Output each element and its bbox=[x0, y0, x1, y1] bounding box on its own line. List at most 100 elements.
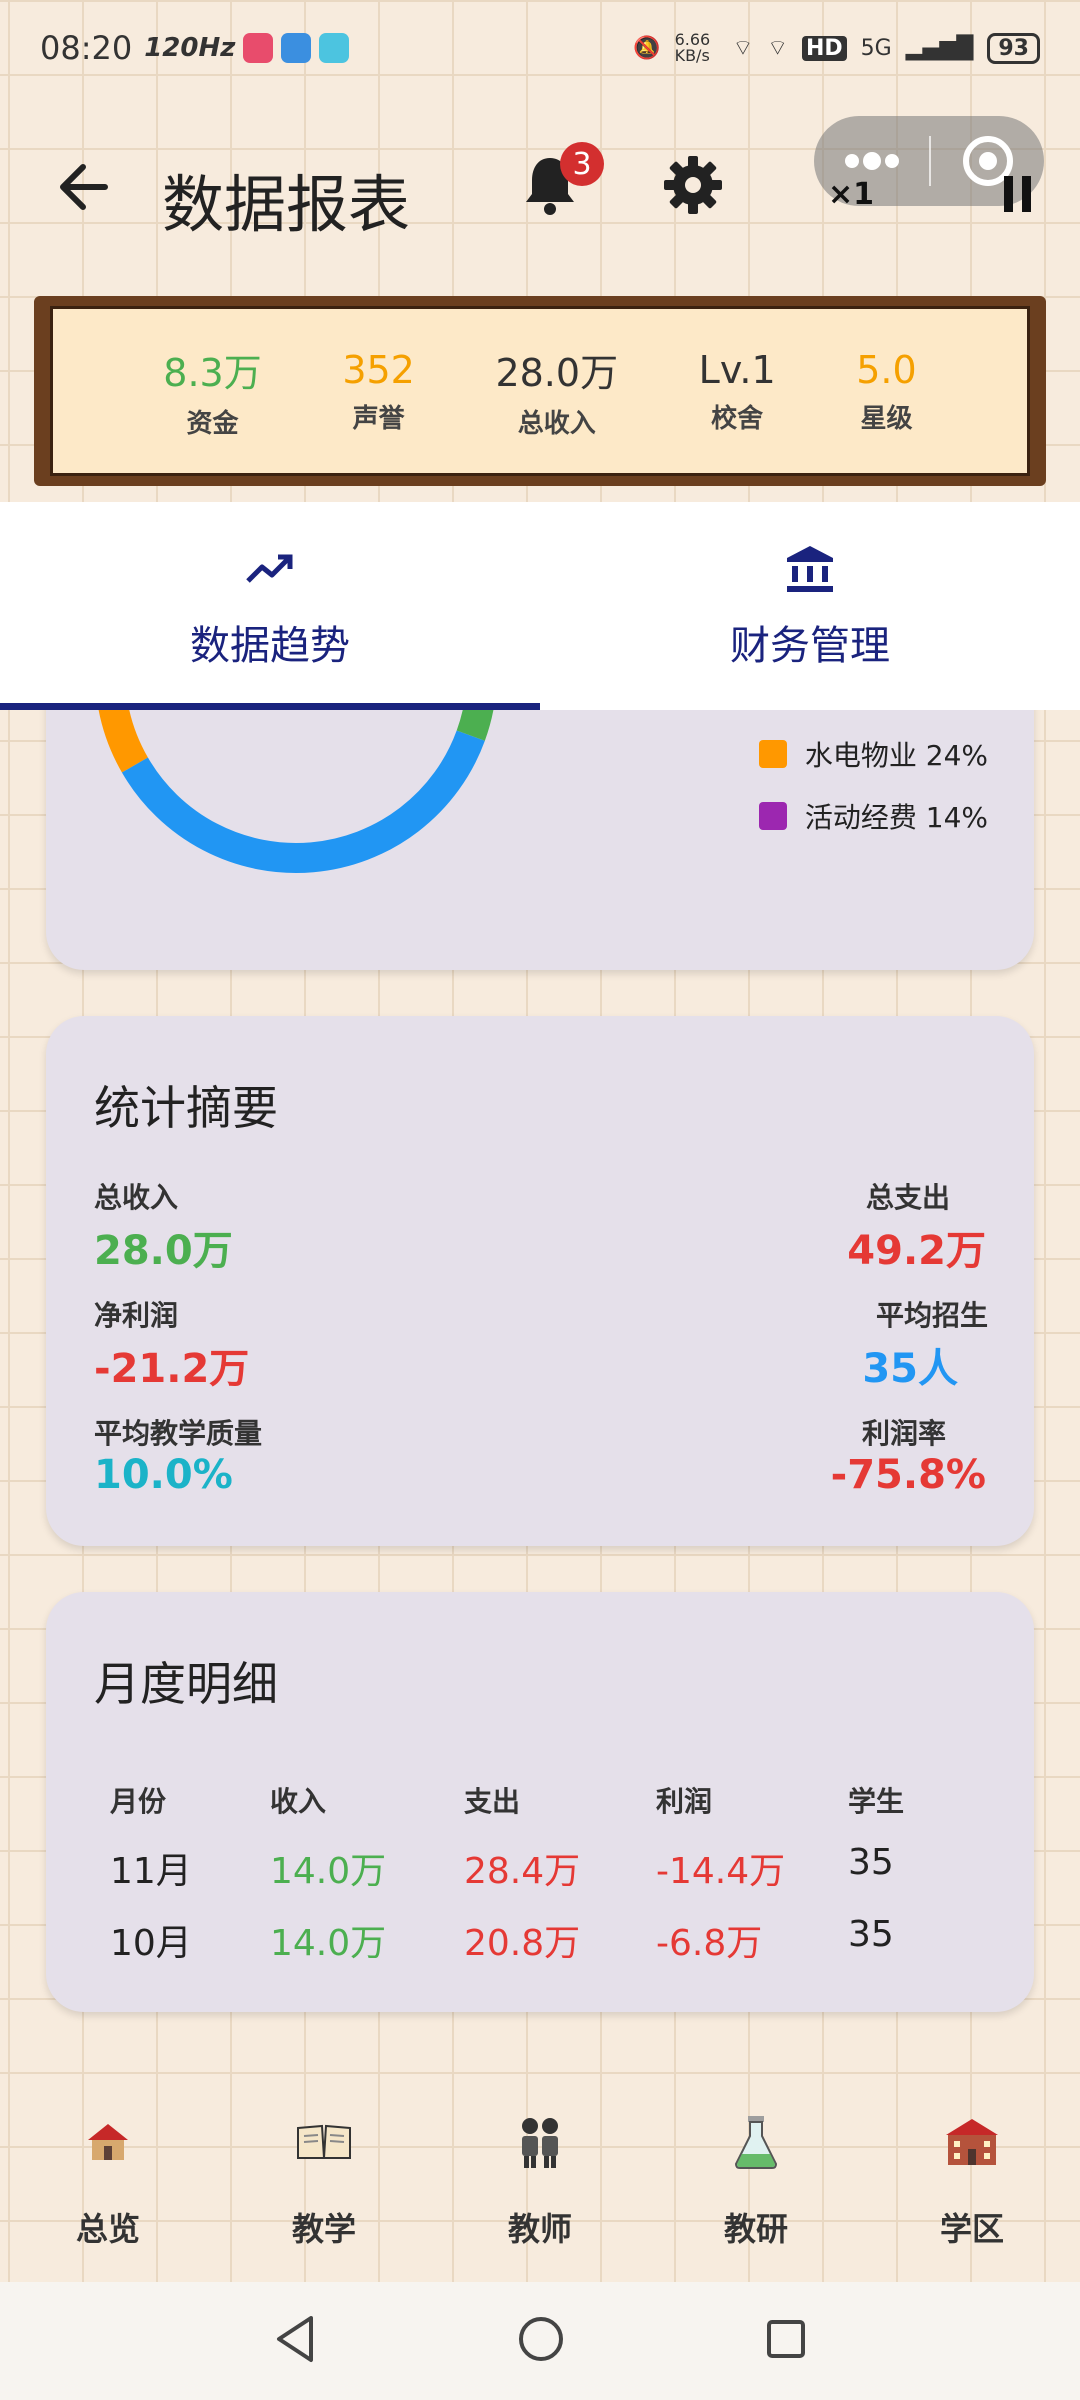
page-title: 数据报表 bbox=[162, 168, 411, 241]
tab-finance[interactable]: 财务管理 bbox=[540, 502, 1080, 710]
stat-stars: 5.0 星级 bbox=[856, 348, 916, 435]
close-miniprogram-button[interactable] bbox=[931, 116, 1044, 212]
cell-profit: -14.4万 bbox=[656, 1851, 786, 1892]
bank-icon bbox=[785, 541, 835, 597]
nav-label: 教研 bbox=[723, 2210, 788, 2248]
app-notification-icon bbox=[281, 33, 312, 63]
nav-overview[interactable]: 总览 bbox=[8, 2082, 208, 2282]
status-icons: 🔕 6.66 KB/s ⌔ ⌔ HD 5G ▂▄▆█ 93 bbox=[633, 32, 1040, 64]
summary-card: 统计摘要 总收入 28.0万 总支出 49.2万 净利润 -21.2万 平均招生… bbox=[46, 1016, 1034, 1546]
stat-label: 校舍 bbox=[711, 403, 764, 434]
school-icon bbox=[942, 2102, 1002, 2182]
stat-value: 352 bbox=[342, 347, 415, 392]
cell-expense: 20.8万 bbox=[464, 1923, 581, 1964]
nav-teaching[interactable]: 教学 bbox=[224, 2082, 424, 2282]
legend-swatch bbox=[758, 802, 787, 830]
status-time: 08:20 bbox=[40, 29, 133, 67]
triangle-back-icon bbox=[277, 2316, 313, 2362]
cell-profit: -6.8万 bbox=[656, 1923, 763, 1964]
legend-label: 活动经费 14% bbox=[804, 801, 988, 834]
nav-label: 学区 bbox=[939, 2210, 1004, 2248]
stat-reputation: 352 声誉 bbox=[342, 348, 415, 435]
wifi-icon-2: ⌔ bbox=[767, 36, 788, 61]
net-speed: 6.66 KB/s bbox=[674, 30, 711, 65]
stat-value: 8.3万 bbox=[163, 351, 262, 395]
profit-rate-label: 利润率 bbox=[861, 1417, 946, 1450]
notification-badge: 3 bbox=[560, 142, 604, 186]
gear-icon bbox=[664, 156, 722, 214]
total-income-label: 总收入 bbox=[94, 1181, 179, 1214]
status-bar: 08:20 120Hz 🔕 6.66 KB/s ⌔ ⌔ HD 5G ▂▄▆█ 9… bbox=[0, 0, 1080, 96]
donut-segment-orange bbox=[98, 710, 149, 773]
tab-data-trends[interactable]: 数据趋势 bbox=[0, 502, 540, 710]
more-button[interactable]: ×1 bbox=[814, 116, 929, 212]
stats-banner: 8.3万 资金 352 声誉 28.0万 总收入 Lv.1 校舍 5.0 星级 bbox=[34, 296, 1046, 486]
stat-building: Lv.1 校舍 bbox=[699, 348, 776, 435]
stat-total-income: 28.0万 总收入 bbox=[495, 342, 618, 440]
stat-value: 5.0 bbox=[856, 347, 917, 392]
cell-income: 14.0万 bbox=[270, 1923, 387, 1964]
donut-segment-green bbox=[456, 710, 494, 741]
expense-donut-chart bbox=[98, 710, 494, 873]
card-title: 月度明细 bbox=[94, 1657, 278, 1711]
legend-label: 水电物业 24% bbox=[804, 739, 988, 772]
system-back-button[interactable] bbox=[273, 2314, 317, 2368]
tab-label: 数据趋势 bbox=[190, 623, 350, 669]
avg-quality-label: 平均教学质量 bbox=[94, 1417, 263, 1450]
card-title: 统计摘要 bbox=[94, 1081, 278, 1135]
stat-label: 总收入 bbox=[517, 409, 596, 439]
cell-income: 14.0万 bbox=[270, 1851, 387, 1892]
total-expense-value: 49.2万 bbox=[847, 1228, 986, 1274]
system-recents-button[interactable] bbox=[765, 2318, 807, 2364]
flask-icon bbox=[732, 2102, 780, 2182]
avg-enroll-label: 平均招生 bbox=[875, 1299, 988, 1332]
expense-chart-card: 水电物业 24% 活动经费 14% bbox=[46, 710, 1034, 970]
avg-enroll-value: 35人 bbox=[862, 1346, 958, 1392]
stat-funds: 8.3万 资金 bbox=[163, 342, 261, 440]
battery-level: 93 bbox=[987, 32, 1040, 64]
nav-teachers[interactable]: 教师 bbox=[440, 2082, 640, 2282]
tab-label: 财务管理 bbox=[730, 623, 890, 669]
arrow-left-icon bbox=[60, 164, 108, 210]
monthly-detail-card: 月度明细 月份 收入 支出 利润 学生 11月 14.0万 28.4万 -14.… bbox=[46, 1592, 1034, 2012]
house-icon bbox=[84, 2102, 132, 2182]
miniprogram-capsule: ×1 bbox=[814, 116, 1044, 212]
system-home-button[interactable] bbox=[517, 2315, 565, 2367]
speed-label: ×1 bbox=[828, 177, 875, 212]
nav-research[interactable]: 教研 bbox=[656, 2082, 856, 2282]
trending-up-icon bbox=[246, 541, 294, 597]
nav-label: 教学 bbox=[291, 2210, 356, 2248]
cell-month: 11月 bbox=[110, 1851, 192, 1892]
header-profit: 利润 bbox=[656, 1785, 713, 1818]
more-dots-icon bbox=[844, 152, 899, 170]
pause-icon bbox=[1004, 176, 1031, 212]
legend-item: 活动经费 14% bbox=[758, 796, 988, 836]
notification-button[interactable]: 3 bbox=[520, 142, 604, 222]
network-type: 5G bbox=[860, 35, 892, 61]
back-button[interactable] bbox=[48, 152, 118, 222]
content-scroll[interactable]: 水电物业 24% 活动经费 14% 统计摘要 总收入 28.0万 总支出 49.… bbox=[0, 710, 1080, 2082]
nav-label: 教师 bbox=[507, 2210, 572, 2248]
hd-icon: HD bbox=[801, 35, 847, 61]
legend-swatch bbox=[758, 740, 787, 768]
stat-value: Lv.1 bbox=[698, 347, 776, 392]
header-expense: 支出 bbox=[464, 1785, 521, 1818]
wifi-icon: ⌔ bbox=[732, 36, 754, 61]
header-income: 收入 bbox=[270, 1785, 327, 1818]
square-recents-icon bbox=[767, 2320, 805, 2358]
total-expense-label: 总支出 bbox=[865, 1181, 950, 1214]
cell-month: 10月 bbox=[110, 1923, 192, 1964]
bottom-nav: 总览 教学 教师 教研 学区 bbox=[0, 2082, 1080, 2282]
profit-rate-value: -75.8% bbox=[830, 1452, 986, 1498]
header-month: 月份 bbox=[110, 1785, 167, 1818]
nav-district[interactable]: 学区 bbox=[872, 2082, 1072, 2282]
settings-button[interactable] bbox=[660, 152, 732, 224]
mute-icon: 🔕 bbox=[633, 35, 661, 61]
net-profit-label: 净利润 bbox=[94, 1299, 179, 1332]
book-icon bbox=[296, 2102, 352, 2182]
cell-expense: 28.4万 bbox=[464, 1851, 581, 1892]
stat-label: 星级 bbox=[860, 403, 913, 434]
tab-bar: 数据趋势 财务管理 bbox=[0, 502, 1080, 710]
stats-panel: 8.3万 资金 352 声誉 28.0万 总收入 Lv.1 校舍 5.0 星级 bbox=[50, 306, 1030, 476]
header-students: 学生 bbox=[848, 1785, 905, 1818]
